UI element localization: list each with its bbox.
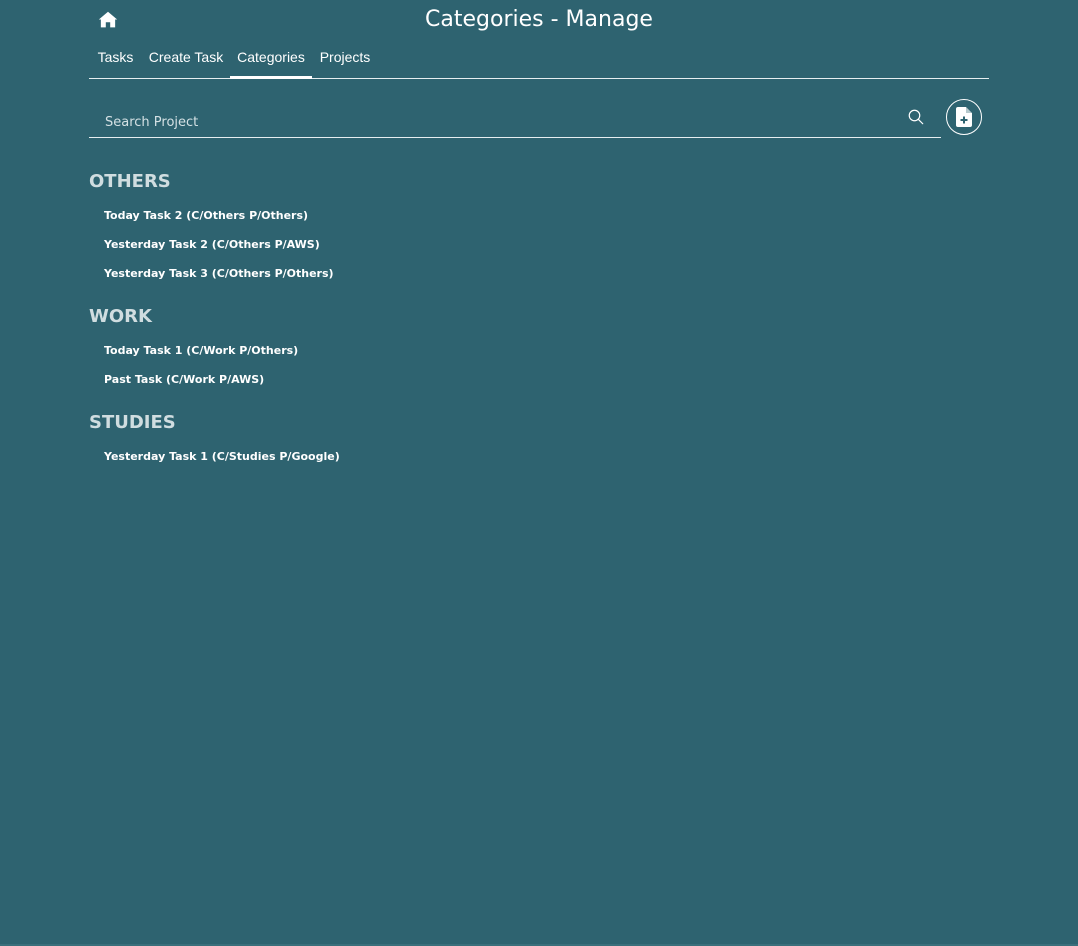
list-item[interactable]: Today Task 2 (C/Others P/Others) <box>89 201 989 230</box>
task-list: Today Task 2 (C/Others P/Others) Yesterd… <box>89 201 989 288</box>
tab-tasks[interactable]: Tasks <box>89 40 142 78</box>
tab-categories[interactable]: Categories <box>230 40 312 79</box>
nav-tabs: Tasks Create Task Categories Projects <box>89 40 989 79</box>
search-icon[interactable] <box>907 108 925 126</box>
list-item[interactable]: Yesterday Task 2 (C/Others P/AWS) <box>89 230 989 259</box>
category-title: STUDIES <box>89 412 176 433</box>
category-group-work: WORK Today Task 1 (C/Work P/Others) Past… <box>89 303 989 394</box>
file-add-icon <box>956 107 972 127</box>
category-group-others: OTHERS Today Task 2 (C/Others P/Others) … <box>89 168 989 288</box>
category-group-studies: STUDIES Yesterday Task 1 (C/Studies P/Go… <box>89 409 989 471</box>
search-bar <box>89 100 941 138</box>
header: Categories - Manage <box>89 0 989 40</box>
category-title: WORK <box>89 306 152 327</box>
add-category-button[interactable] <box>946 99 982 135</box>
tab-create-task[interactable]: Create Task <box>142 40 230 78</box>
search-input[interactable] <box>89 100 889 136</box>
list-item[interactable]: Yesterday Task 3 (C/Others P/Others) <box>89 259 989 288</box>
page-title: Categories - Manage <box>425 7 653 32</box>
category-title: OTHERS <box>89 171 171 192</box>
list-item[interactable]: Yesterday Task 1 (C/Studies P/Google) <box>89 442 989 471</box>
task-list: Today Task 1 (C/Work P/Others) Past Task… <box>89 336 989 394</box>
category-groups: OTHERS Today Task 2 (C/Others P/Others) … <box>89 168 989 486</box>
list-item[interactable]: Today Task 1 (C/Work P/Others) <box>89 336 989 365</box>
task-list: Yesterday Task 1 (C/Studies P/Google) <box>89 442 989 471</box>
list-item[interactable]: Past Task (C/Work P/AWS) <box>89 365 989 394</box>
tab-projects[interactable]: Projects <box>312 40 378 78</box>
